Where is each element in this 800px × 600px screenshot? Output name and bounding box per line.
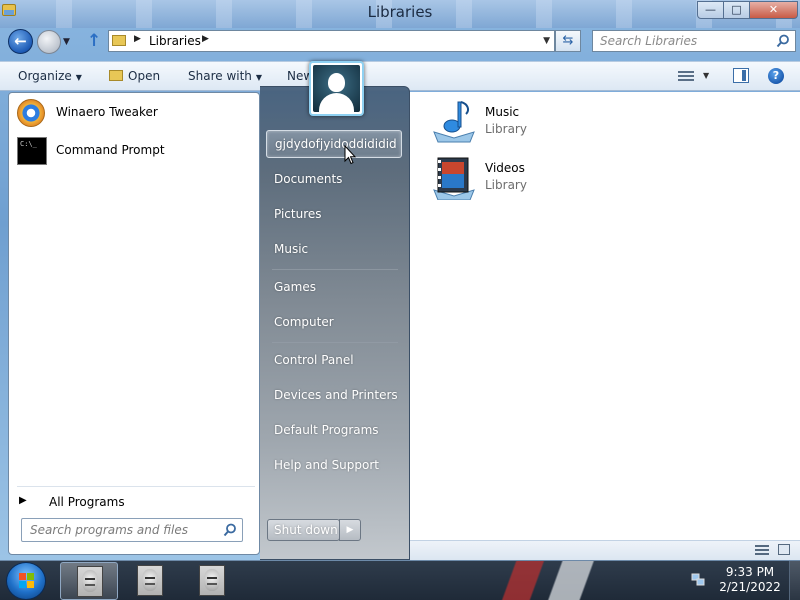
forward-button[interactable] (37, 30, 61, 54)
winaero-tweaker-icon (17, 99, 45, 127)
taskbar: 9:33 PM 2/21/2022 (0, 560, 800, 600)
folder-icon (112, 35, 126, 46)
recent-pages-dropdown[interactable]: ▼ (63, 37, 70, 47)
user-folder-link[interactable]: gjdydofjyidoddididid (266, 130, 402, 158)
clock-date: 2/21/2022 (719, 580, 781, 594)
face-app-icon (137, 565, 163, 596)
show-desktop-button[interactable] (789, 561, 800, 600)
taskbar-app-button[interactable] (60, 562, 118, 600)
title-bar[interactable]: Libraries — □ ✕ (0, 0, 800, 28)
windows-logo-icon (19, 573, 35, 589)
start-button[interactable] (6, 562, 46, 600)
start-search-box[interactable] (21, 518, 243, 542)
share-with-menu[interactable]: Share with ▼ (188, 69, 262, 83)
address-bar[interactable]: ▶ Libraries ▶ ▼ (108, 30, 555, 52)
library-item-videos[interactable]: Videos Library (430, 154, 630, 204)
computer-link[interactable]: Computer (266, 309, 402, 337)
up-arrow-icon[interactable]: ↑ (87, 31, 101, 51)
search-icon[interactable] (776, 34, 790, 48)
devices-and-printers-link[interactable]: Devices and Printers (266, 382, 402, 410)
start-menu-programs-pane: Winaero Tweaker C:\_ Command Prompt ▶ Al… (8, 92, 260, 555)
program-label: Winaero Tweaker (56, 105, 158, 119)
chevron-right-icon: ▶ (19, 495, 27, 506)
status-bar (410, 540, 800, 560)
pictures-link[interactable]: Pictures (266, 201, 402, 229)
change-view-icon[interactable] (678, 69, 694, 83)
chevron-down-icon[interactable]: ▼ (703, 71, 709, 80)
network-icon[interactable] (691, 573, 705, 587)
user-account-picture[interactable] (309, 61, 364, 116)
documents-link[interactable]: Documents (266, 166, 402, 194)
organize-label: Organize (18, 69, 72, 83)
chevron-down-icon: ▼ (75, 73, 82, 82)
folder-open-icon (109, 70, 123, 81)
clock-time: 9:33 PM (725, 565, 775, 579)
close-button[interactable]: ✕ (749, 1, 798, 19)
back-button[interactable]: ← (8, 29, 33, 54)
chevron-down-icon: ▼ (255, 73, 263, 82)
organize-menu[interactable]: Organize ▼ (18, 69, 82, 83)
all-programs-button[interactable]: ▶ All Programs (17, 490, 253, 514)
default-programs-link[interactable]: Default Programs (266, 417, 402, 445)
library-type: Library (485, 122, 527, 136)
divider (272, 269, 398, 270)
face-app-icon (77, 566, 103, 597)
search-box[interactable] (592, 30, 796, 52)
address-dropdown-icon[interactable]: ▼ (543, 36, 550, 46)
share-with-label: Share with (188, 69, 252, 83)
program-label: Command Prompt (56, 143, 165, 157)
user-avatar-icon (313, 65, 360, 112)
minimize-button[interactable]: — (697, 1, 724, 19)
videos-library-icon (433, 157, 475, 200)
search-icon[interactable] (223, 523, 237, 537)
search-input[interactable] (593, 31, 768, 51)
system-clock[interactable]: 9:33 PM 2/21/2022 (715, 565, 785, 595)
library-item-music[interactable]: Music Library (430, 98, 630, 148)
taskbar-app-button[interactable] (121, 562, 179, 600)
window-title: Libraries (367, 3, 433, 21)
control-panel-link[interactable]: Control Panel (266, 347, 402, 375)
breadcrumb-chevron-icon[interactable]: ▶ (134, 34, 141, 44)
help-icon[interactable]: ? (768, 68, 784, 84)
all-programs-label: All Programs (49, 495, 125, 509)
library-name: Videos (485, 161, 525, 175)
file-list: Music Library Videos Library (410, 92, 800, 540)
breadcrumb-libraries[interactable]: Libraries (149, 34, 201, 48)
face-app-icon (199, 565, 225, 596)
taskbar-app-button[interactable] (183, 562, 241, 600)
refresh-button[interactable]: ⇆ (555, 30, 581, 52)
divider (272, 342, 398, 343)
start-search-input[interactable] (22, 519, 212, 541)
library-type: Library (485, 178, 527, 192)
details-view-icon[interactable] (755, 545, 769, 556)
help-and-support-link[interactable]: Help and Support (266, 452, 402, 480)
preview-pane-icon[interactable] (733, 68, 749, 83)
open-label: Open (128, 69, 161, 83)
maximize-button[interactable]: □ (723, 1, 750, 19)
command-prompt-icon: C:\_ (17, 137, 47, 165)
mouse-pointer-icon (344, 145, 356, 165)
breadcrumb-chevron-icon[interactable]: ▶ (202, 34, 209, 44)
music-library-icon (433, 101, 475, 143)
large-icons-view-icon[interactable] (778, 544, 790, 555)
divider (17, 486, 255, 487)
music-link[interactable]: Music (266, 236, 402, 264)
games-link[interactable]: Games (266, 274, 402, 302)
library-name: Music (485, 105, 520, 119)
program-item-command-prompt[interactable]: C:\_ Command Prompt (13, 133, 257, 169)
navigation-bar: ← ▼ ↑ ▶ Libraries ▶ ▼ ⇆ (0, 28, 800, 56)
start-menu-places-pane: gjdydofjyidoddididid Documents Pictures … (260, 86, 410, 560)
shut-down-options-button[interactable]: ▶ (339, 519, 361, 541)
desktop-wallpaper-strip (460, 561, 630, 600)
open-button[interactable]: Open (109, 69, 160, 83)
shut-down-button[interactable]: Shut down (267, 519, 340, 541)
program-item-winaero-tweaker[interactable]: Winaero Tweaker (13, 95, 257, 131)
